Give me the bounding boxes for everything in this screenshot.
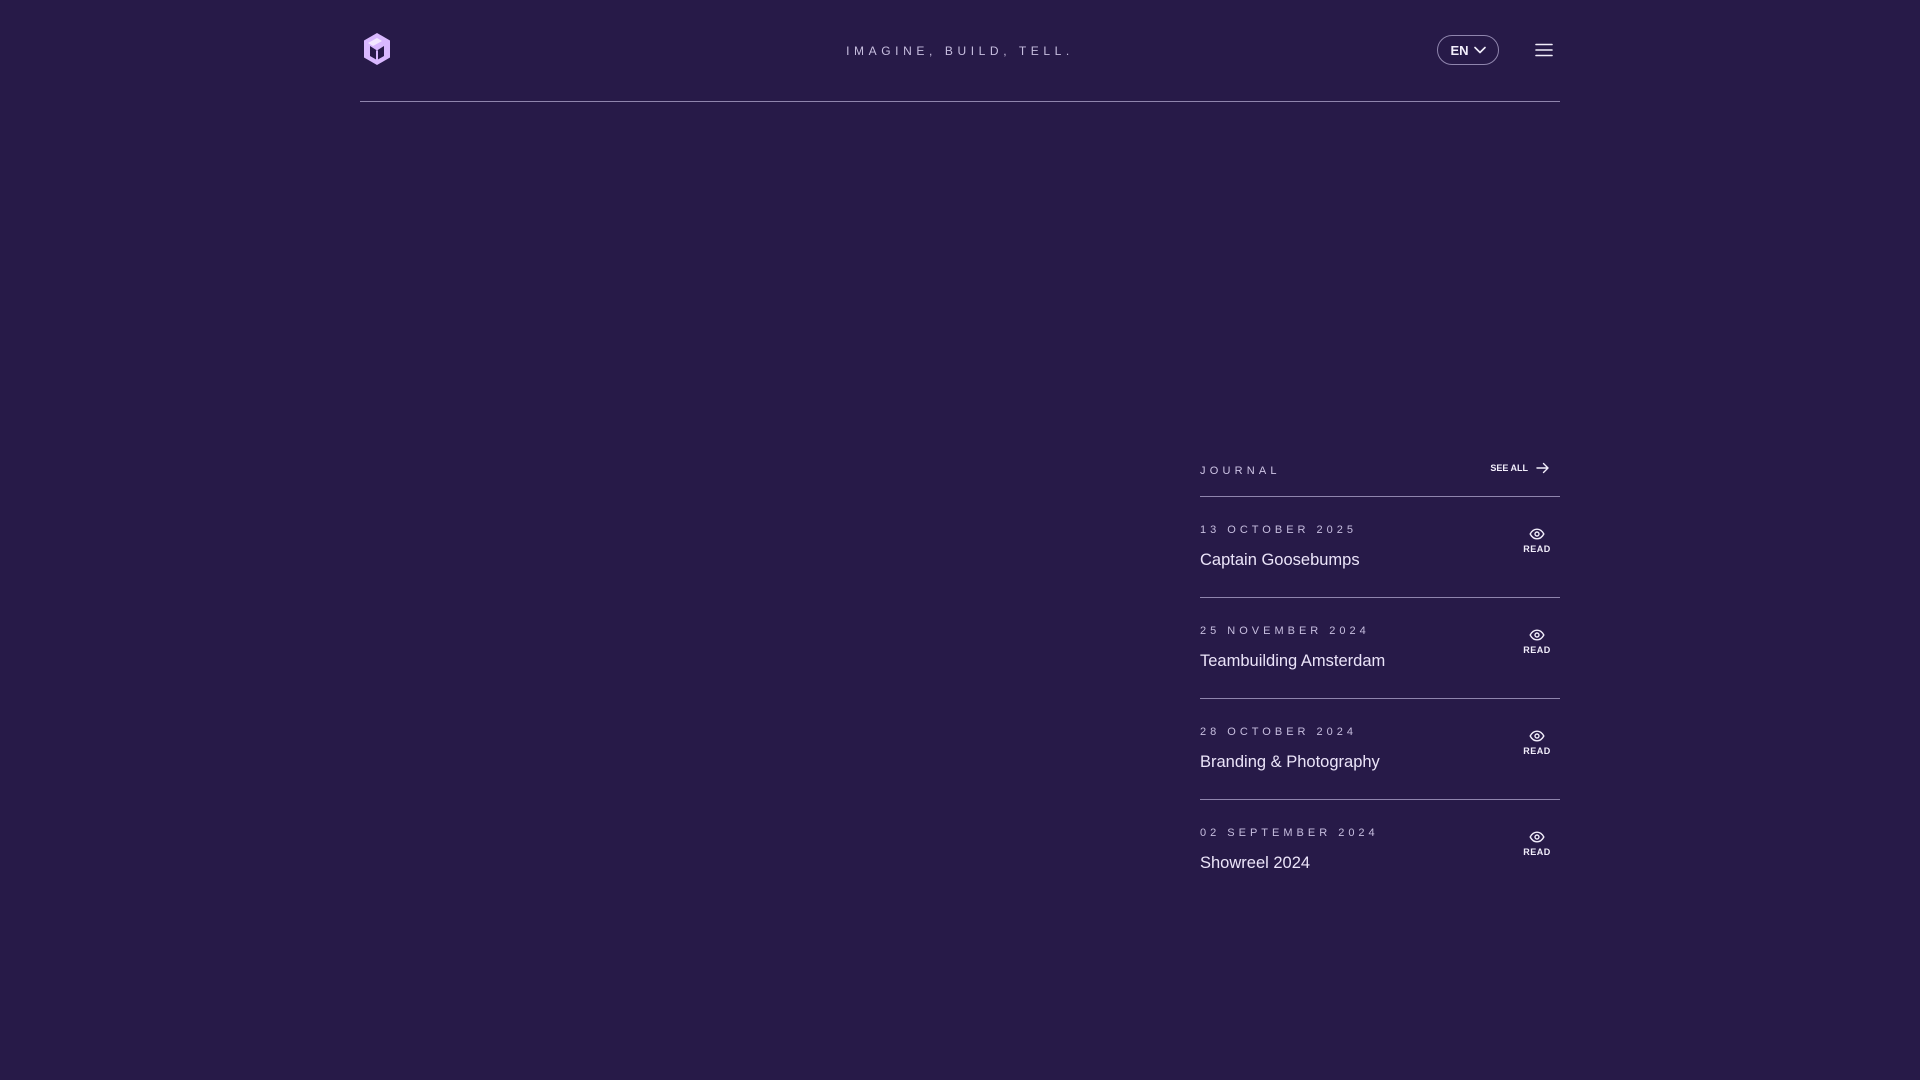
menu-button[interactable] — [1533, 40, 1555, 60]
journal-item[interactable]: 02 SEPTEMBER 2024 Showreel 2024 READ — [1200, 800, 1560, 900]
read-button[interactable]: READ — [1522, 730, 1552, 756]
arrow-right-icon — [1536, 462, 1549, 474]
see-all-link[interactable]: SEE ALL — [1490, 462, 1550, 474]
hamburger-menu-icon — [1535, 43, 1553, 57]
read-label: READ — [1523, 645, 1551, 655]
journal-item-date: 25 NOVEMBER 2024 — [1200, 625, 1370, 637]
eye-icon — [1529, 831, 1545, 843]
site-tagline: IMAGINE, BUILD, TELL. — [846, 44, 1074, 58]
journal-item-date: 13 OCTOBER 2025 — [1200, 524, 1358, 536]
journal-header: JOURNAL SEE ALL — [1200, 450, 1560, 497]
journal-item-date: 02 SEPTEMBER 2024 — [1200, 827, 1379, 839]
journal-title: JOURNAL — [1200, 465, 1281, 477]
read-label: READ — [1523, 746, 1551, 756]
journal-item-title: Captain Goosebumps — [1200, 551, 1360, 569]
journal-item[interactable]: 13 OCTOBER 2025 Captain Goosebumps READ — [1200, 497, 1560, 598]
read-label: READ — [1523, 544, 1551, 554]
journal-item-date: 28 OCTOBER 2024 — [1200, 726, 1358, 738]
journal-item-title: Teambuilding Amsterdam — [1200, 652, 1386, 670]
language-selector[interactable]: EN — [1437, 35, 1499, 65]
journal-item[interactable]: 28 OCTOBER 2024 Branding & Photography R… — [1200, 699, 1560, 800]
read-button[interactable]: READ — [1522, 629, 1552, 655]
language-label: EN — [1450, 42, 1469, 58]
eye-icon — [1529, 629, 1545, 641]
see-all-label: SEE ALL — [1490, 463, 1528, 473]
page: IMAGINE, BUILD, TELL. EN JOURNAL SEE ALL — [0, 0, 1920, 1080]
chevron-down-icon — [1473, 46, 1486, 54]
journal-item[interactable]: 25 NOVEMBER 2024 Teambuilding Amsterdam … — [1200, 598, 1560, 699]
journal-item-title: Branding & Photography — [1200, 753, 1380, 771]
eye-icon — [1529, 528, 1545, 540]
eye-icon — [1529, 730, 1545, 742]
read-label: READ — [1523, 847, 1551, 857]
read-button[interactable]: READ — [1522, 831, 1552, 857]
site-header: IMAGINE, BUILD, TELL. EN — [360, 0, 1560, 102]
journal-item-title: Showreel 2024 — [1200, 854, 1311, 872]
read-button[interactable]: READ — [1522, 528, 1552, 554]
journal-section: JOURNAL SEE ALL 13 OCTOBER 2025 Captain … — [1200, 450, 1560, 900]
